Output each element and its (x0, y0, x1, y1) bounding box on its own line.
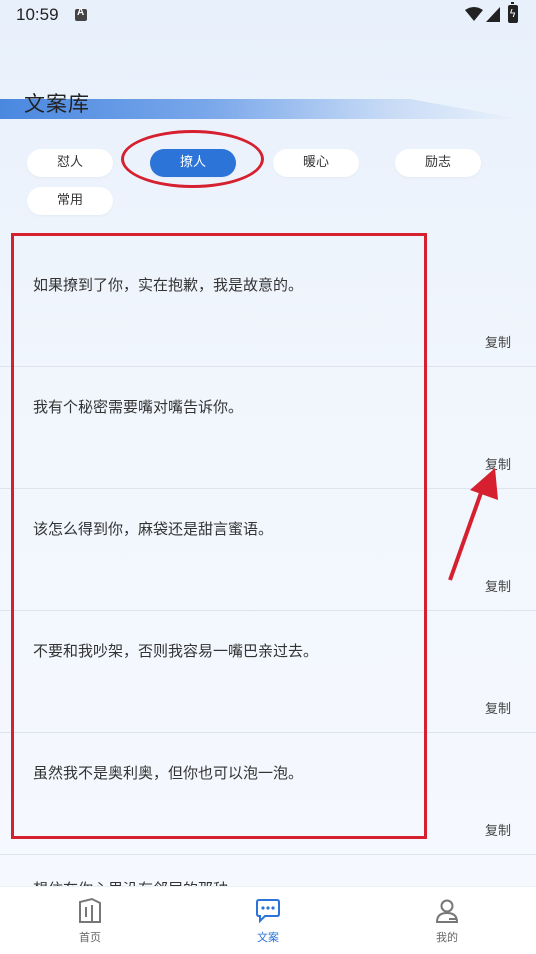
copy-button[interactable]: 复制 (485, 698, 511, 717)
nav-home-label: 首页 (79, 931, 101, 944)
tag-changyong[interactable]: 常用 (27, 187, 113, 215)
arrow-annotation-icon (448, 468, 498, 581)
page-title: 文案库 (24, 92, 90, 116)
battery-charging-icon (508, 2, 518, 23)
circle-annotation (121, 130, 264, 188)
nav-copywriting-label: 文案 (257, 931, 279, 944)
copy-button[interactable]: 复制 (485, 332, 511, 351)
signal-icon (486, 7, 500, 22)
highlight-rectangle-annotation (11, 233, 427, 839)
wifi-icon (465, 7, 483, 21)
status-time: 10:59 (16, 5, 59, 24)
tag-duiren[interactable]: 怼人 (27, 149, 113, 177)
tag-lizhi[interactable]: 励志 (395, 149, 481, 177)
app-notification-icon (75, 7, 87, 21)
nav-copywriting[interactable]: 文案 (218, 887, 318, 954)
status-bar: 10:59 (0, 0, 536, 30)
nav-mine[interactable]: 我的 (397, 887, 497, 954)
bottom-navigation: 首页 文案 我的 (0, 886, 536, 954)
home-building-icon (79, 897, 101, 923)
nav-home[interactable]: 首页 (40, 887, 140, 954)
tag-nuanxin[interactable]: 暖心 (273, 149, 359, 177)
copy-button[interactable]: 复制 (485, 820, 511, 839)
chat-bubble-icon (256, 899, 280, 924)
user-profile-icon (435, 899, 459, 923)
nav-mine-label: 我的 (436, 931, 458, 944)
